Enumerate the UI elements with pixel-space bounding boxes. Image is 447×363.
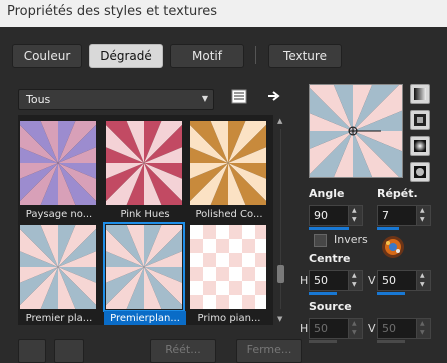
center-v-value: 50 bbox=[382, 274, 396, 287]
radial-gradient-button[interactable] bbox=[410, 162, 430, 182]
category-dropdown[interactable]: Tous ▼ bbox=[18, 89, 214, 110]
center-label: Centre bbox=[309, 252, 351, 265]
source-h-spinner[interactable]: 50 ▲ ▼ bbox=[309, 318, 363, 339]
source-h-label: H bbox=[300, 322, 309, 335]
center-v-label: V bbox=[368, 274, 376, 287]
arrow-right-icon[interactable] bbox=[266, 89, 282, 105]
sunburst-gradient-icon bbox=[414, 140, 426, 152]
gradient-item[interactable]: Primo pian... bbox=[188, 222, 270, 325]
scroll-down-icon[interactable]: ▼ bbox=[277, 315, 282, 323]
center-h-spinner[interactable]: 50 ▲ ▼ bbox=[309, 270, 363, 291]
gradient-name: Primo pian... bbox=[197, 313, 261, 324]
scroll-up-icon[interactable]: ▲ bbox=[277, 117, 282, 125]
gradient-name: Premierplan... bbox=[104, 311, 186, 325]
source-h-spin-buttons[interactable]: ▲ ▼ bbox=[348, 319, 362, 338]
gradient-list[interactable]: Paysage no... Pink Hues Polished Co... Prem… bbox=[18, 115, 273, 325]
source-h-value: 50 bbox=[314, 322, 328, 335]
source-v-slider[interactable] bbox=[377, 340, 405, 343]
gradient-item[interactable]: Pink Hues bbox=[104, 118, 186, 222]
tab-couleur[interactable]: Couleur bbox=[12, 44, 82, 68]
center-v-spinner[interactable]: 50 ▲ ▼ bbox=[377, 270, 431, 291]
reset-button[interactable]: Réét... bbox=[150, 339, 216, 363]
gradient-name: Polished Co... bbox=[195, 209, 263, 220]
tab-separator bbox=[255, 46, 256, 64]
repeats-spin-buttons[interactable]: ▲ ▼ bbox=[416, 206, 430, 225]
source-label: Source bbox=[309, 300, 352, 313]
invert-label: Invers bbox=[334, 233, 368, 246]
gradient-preview[interactable] bbox=[309, 84, 403, 178]
rectangular-gradient-icon bbox=[414, 114, 426, 126]
footer-button-2[interactable] bbox=[54, 339, 84, 363]
source-v-spin-buttons[interactable]: ▲ ▼ bbox=[416, 319, 430, 338]
linear-gradient-icon bbox=[414, 88, 426, 100]
gradient-thumbnail bbox=[190, 121, 266, 205]
gradient-item[interactable]: Premierplan... bbox=[103, 222, 186, 325]
gradient-thumbnail bbox=[20, 121, 96, 205]
repeats-spinner[interactable]: 7 ▲ ▼ bbox=[377, 205, 431, 226]
source-v-label: V bbox=[368, 322, 376, 335]
gradient-thumbnail bbox=[190, 225, 266, 309]
rectangular-gradient-button[interactable] bbox=[410, 110, 430, 130]
angle-value: 90 bbox=[314, 209, 328, 222]
gradient-list-scrollbar[interactable]: ▲ ▼ bbox=[275, 115, 286, 325]
angle-label: Angle bbox=[309, 187, 345, 200]
center-v-spin-buttons[interactable]: ▲ ▼ bbox=[416, 271, 430, 290]
center-h-slider[interactable] bbox=[309, 292, 337, 295]
sunburst-gradient-button[interactable] bbox=[410, 136, 430, 156]
center-h-value: 50 bbox=[314, 274, 328, 287]
gradient-name: Paysage no... bbox=[25, 209, 93, 220]
center-h-spin-buttons[interactable]: ▲ ▼ bbox=[348, 271, 362, 290]
repeats-slider[interactable] bbox=[377, 227, 399, 230]
center-h-label: H bbox=[300, 274, 309, 287]
gradient-thumbnail bbox=[106, 121, 182, 205]
window-title: Propriétés des styles et textures bbox=[7, 4, 218, 19]
gradient-item[interactable]: Polished Co... bbox=[188, 118, 270, 222]
chevron-down-icon: ▼ bbox=[201, 94, 208, 103]
source-v-value: 50 bbox=[382, 322, 396, 335]
angle-spinner[interactable]: 90 ▲ ▼ bbox=[309, 205, 363, 226]
tab-motif[interactable]: Motif bbox=[170, 44, 244, 68]
tab-degrade[interactable]: Dégradé bbox=[89, 44, 163, 68]
gradient-item[interactable]: Paysage no... bbox=[18, 118, 100, 222]
book-icon[interactable] bbox=[231, 89, 247, 105]
source-v-spinner[interactable]: 50 ▲ ▼ bbox=[377, 318, 431, 339]
close-button[interactable]: Ferme... bbox=[236, 339, 302, 363]
gradient-item[interactable]: Premier pla... bbox=[18, 222, 100, 325]
repeats-label: Répét. bbox=[377, 187, 418, 200]
repeats-value: 7 bbox=[382, 209, 389, 222]
gradient-thumbnail bbox=[103, 222, 185, 312]
gradient-name: Pink Hues bbox=[120, 209, 170, 220]
gradient-thumbnail bbox=[20, 225, 96, 309]
scroll-thumb[interactable] bbox=[277, 265, 284, 283]
linear-gradient-button[interactable] bbox=[410, 84, 430, 104]
category-value: Tous bbox=[26, 93, 51, 106]
logo-rosette-icon bbox=[382, 236, 404, 258]
angle-slider[interactable] bbox=[309, 227, 349, 230]
footer-button-1[interactable] bbox=[18, 339, 46, 363]
angle-spin-buttons[interactable]: ▲ ▼ bbox=[348, 206, 362, 225]
source-h-slider[interactable] bbox=[309, 340, 337, 343]
tab-texture[interactable]: Texture bbox=[268, 44, 342, 68]
title-bar: Propriétés des styles et textures bbox=[0, 0, 447, 27]
invert-checkbox[interactable] bbox=[314, 234, 327, 247]
gradient-name: Premier pla... bbox=[25, 313, 93, 324]
center-v-slider[interactable] bbox=[377, 292, 405, 295]
radial-gradient-icon bbox=[414, 166, 426, 178]
